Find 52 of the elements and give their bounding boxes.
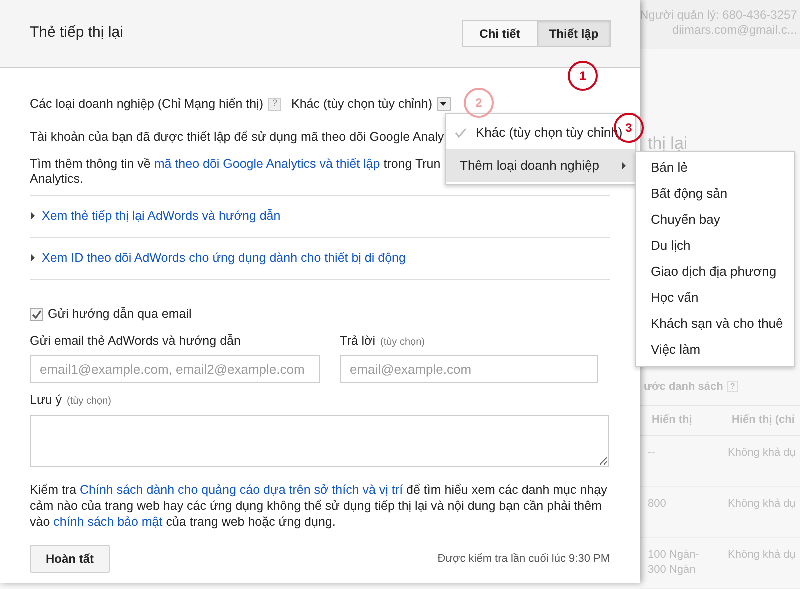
submenu-item[interactable]: Bất động sản bbox=[636, 181, 794, 207]
email-checkbox[interactable]: Gửi hướng dẫn qua email bbox=[30, 304, 610, 324]
note-field[interactable] bbox=[30, 415, 609, 467]
column-header: Hiển thị (chỉ bbox=[720, 406, 800, 436]
dropdown-button[interactable] bbox=[436, 97, 451, 111]
last-checked-text: Được kiểm tra lần cuối lúc 9:30 PM bbox=[438, 552, 610, 567]
info-text: Tài khoản của bạn đã được thiết lập để sử dụng mã theo dõi Google Analy bbox=[30, 129, 444, 146]
submenu-item[interactable]: Việc làm bbox=[636, 337, 794, 363]
caret-right-icon bbox=[30, 254, 36, 262]
checkmark-icon bbox=[455, 128, 467, 138]
table-cell: Không khả dụ bbox=[720, 538, 800, 589]
privacy-link[interactable]: chính sách bảo mật bbox=[54, 515, 163, 529]
tab[interactable]: Chi tiết bbox=[462, 20, 538, 47]
policy-text: Kiểm tra Chính sách dành cho quảng cáo dựa trên sở thích và vị trí để tìm hiểu xem các danh mục nhạy cảm nào của trang web hay các ứng dụng không thể sử dụng tiếp thị lại và nội dung bạn cần phải thêm vào chính sách bảo mật của trang web hoặc ứng dụng. bbox=[30, 482, 608, 530]
field-label: Trả lời bbox=[340, 332, 376, 350]
page-title: thị lại bbox=[648, 133, 689, 155]
number-marker: 2 bbox=[464, 88, 494, 118]
caret-down-icon bbox=[440, 102, 448, 106]
submenu-item[interactable]: Du lịch bbox=[636, 233, 794, 259]
menu-item[interactable]: Thêm loại doanh nghiệp bbox=[446, 149, 635, 182]
column-header: Hiển thị bbox=[640, 406, 720, 436]
caret-right-icon bbox=[30, 212, 36, 220]
business-type-label: Các loại doanh nghiệp (Chỉ Mạng hiển thị) bbox=[30, 96, 264, 113]
optional-hint: (tùy chọn) bbox=[380, 336, 425, 350]
business-type-value: Khác (tùy chọn tùy chỉnh) bbox=[291, 96, 433, 113]
field-label: Gửi email thẻ AdWords và hướng dẫn bbox=[30, 332, 242, 350]
table-cell: 800 bbox=[640, 487, 720, 538]
table-cell: -- bbox=[640, 436, 720, 487]
table-cell: Không khả dụ bbox=[720, 487, 800, 538]
caret-right-icon bbox=[621, 162, 627, 170]
submenu-item[interactable]: Học vấn bbox=[636, 285, 794, 311]
submenu-item[interactable]: Khách sạn và cho thuê bbox=[636, 311, 794, 337]
reply-email-field[interactable]: email@example.com bbox=[340, 355, 598, 384]
email-field[interactable]: email1@example.com, email2@example.com bbox=[30, 355, 320, 384]
tab[interactable]: Thiết lập bbox=[538, 20, 611, 47]
expand-link[interactable]: Xem thẻ tiếp thị lại AdWords và hướng dẫn bbox=[30, 196, 610, 237]
submenu-item[interactable]: Giao dịch địa phương bbox=[636, 259, 794, 285]
list-label: ước danh sách bbox=[644, 380, 724, 394]
tracking-link[interactable]: mã theo dõi Google Analytics và thiết lập bbox=[154, 156, 380, 171]
table-cell: Không khả dụ bbox=[720, 436, 800, 487]
checkmark-icon bbox=[32, 310, 42, 319]
number-marker: 1 bbox=[568, 61, 598, 91]
optional-hint: (tùy chọn) bbox=[67, 395, 112, 410]
submenu-item[interactable]: Bán lẻ bbox=[636, 155, 794, 181]
done-button[interactable]: Hoàn tất bbox=[30, 545, 110, 573]
submenu-item[interactable]: Chuyến bay bbox=[636, 207, 794, 233]
help-icon: ? bbox=[727, 381, 738, 392]
policy-link[interactable]: Chính sách dành cho quảng cáo dựa trên sở thích và vị trí bbox=[80, 483, 404, 497]
expand-link[interactable]: Xem ID theo dõi AdWords cho ứng dụng dành cho thiết bị di động bbox=[30, 238, 610, 279]
field-label: Lưu ý bbox=[30, 392, 62, 410]
dialog-title: Thẻ tiếp thị lại bbox=[30, 23, 124, 44]
table-cell: 100 Ngàn- 300 Ngàn bbox=[640, 538, 720, 589]
